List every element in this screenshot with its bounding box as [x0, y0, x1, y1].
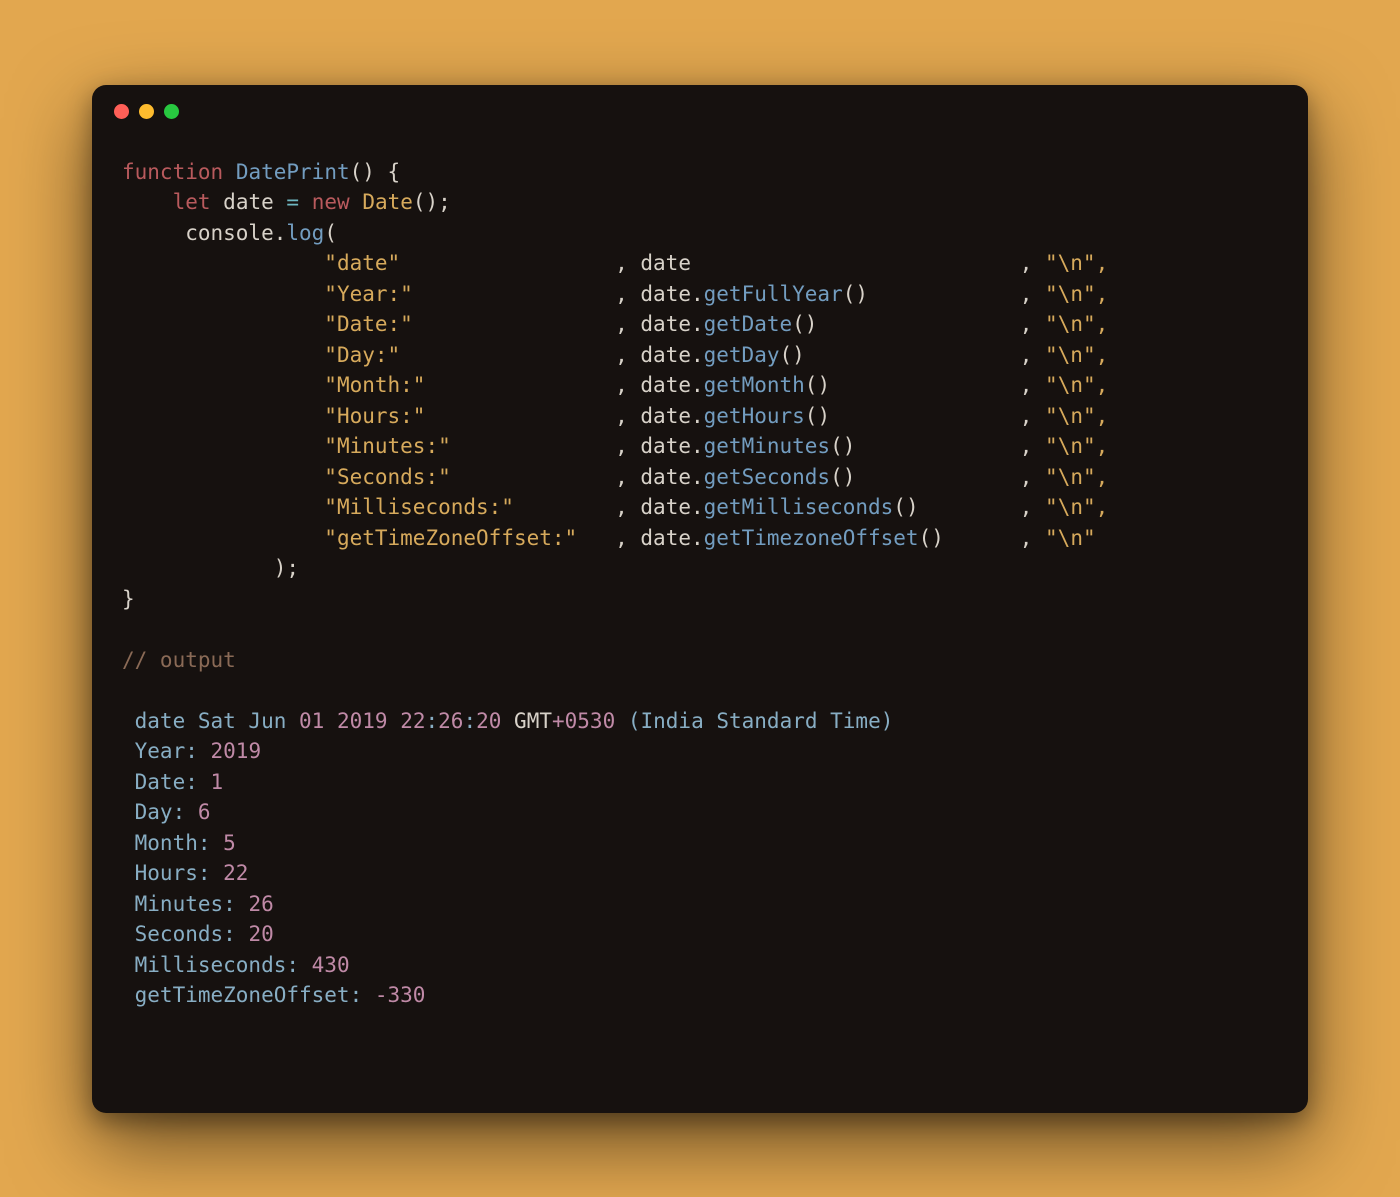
object-console: console: [185, 221, 274, 245]
code-window: function DatePrint() { let date = new Da…: [92, 85, 1308, 1113]
method-call: getFullYear: [704, 282, 843, 306]
output-value: 430: [312, 953, 350, 977]
output-value: 22: [223, 861, 248, 885]
arg-label: "date": [324, 251, 400, 275]
close-icon[interactable]: [114, 104, 129, 119]
output-value: 26: [248, 892, 273, 916]
arg-label: "Seconds:": [324, 465, 450, 489]
arg-newline: "\n",: [1045, 282, 1108, 306]
arg-newline: "\n",: [1045, 404, 1108, 428]
arg-newline: "\n",: [1045, 434, 1108, 458]
arg-label: "Minutes:": [324, 434, 450, 458]
output-key: Month:: [122, 831, 223, 855]
arg-expr: date: [640, 251, 691, 275]
output-value: 5: [223, 831, 236, 855]
var-date: date: [223, 190, 274, 214]
output-date-line: date Sat Jun: [122, 709, 299, 733]
arg-expr: date: [640, 434, 691, 458]
arg-newline: "\n",: [1045, 312, 1108, 336]
arg-newline: "\n",: [1045, 465, 1108, 489]
output-value: 6: [198, 800, 211, 824]
arg-newline: "\n",: [1045, 251, 1108, 275]
arg-label: "getTimeZoneOffset:": [324, 526, 577, 550]
output-value: -330: [375, 983, 426, 1007]
method-log: log: [286, 221, 324, 245]
arg-label: "Date:": [324, 312, 413, 336]
code-content: function DatePrint() { let date = new Da…: [92, 139, 1308, 1039]
output-value: 1: [211, 770, 224, 794]
minimize-icon[interactable]: [139, 104, 154, 119]
method-call: getDate: [704, 312, 793, 336]
method-call: getTimezoneOffset: [704, 526, 919, 550]
keyword-function: function: [122, 160, 223, 184]
keyword-let: let: [173, 190, 211, 214]
output-key: Seconds:: [122, 922, 248, 946]
comment-output: // output: [122, 648, 236, 672]
output-key: Day:: [122, 800, 198, 824]
arg-newline: "\n",: [1045, 373, 1108, 397]
output-key: Date:: [122, 770, 211, 794]
output-value: 2019: [211, 739, 262, 763]
arg-newline: "\n": [1045, 526, 1096, 550]
method-call: getMonth: [704, 373, 805, 397]
keyword-new: new: [312, 190, 350, 214]
arg-expr: date: [640, 465, 691, 489]
arg-expr: date: [640, 526, 691, 550]
arg-label: "Day:": [324, 343, 400, 367]
arg-label: "Milliseconds:": [324, 495, 514, 519]
output-key: Minutes:: [122, 892, 248, 916]
arg-expr: date: [640, 312, 691, 336]
arg-expr: date: [640, 282, 691, 306]
method-call: getMilliseconds: [704, 495, 894, 519]
output-key: Milliseconds:: [122, 953, 312, 977]
output-key: getTimeZoneOffset:: [122, 983, 375, 1007]
arg-label: "Hours:": [324, 404, 425, 428]
arg-newline: "\n",: [1045, 495, 1108, 519]
output-key: Hours:: [122, 861, 223, 885]
operator-equals: =: [286, 190, 299, 214]
arg-newline: "\n",: [1045, 343, 1108, 367]
method-call: getDay: [704, 343, 780, 367]
arg-label: "Year:": [324, 282, 413, 306]
method-call: getHours: [704, 404, 805, 428]
arg-expr: date: [640, 343, 691, 367]
class-date: Date: [362, 190, 413, 214]
output-value: 20: [248, 922, 273, 946]
arg-label: "Month:": [324, 373, 425, 397]
arg-expr: date: [640, 404, 691, 428]
window-titlebar: [92, 85, 1308, 139]
output-key: Year:: [122, 739, 211, 763]
arg-expr: date: [640, 373, 691, 397]
function-name: DatePrint: [236, 160, 350, 184]
zoom-icon[interactable]: [164, 104, 179, 119]
method-call: getSeconds: [704, 465, 830, 489]
arg-expr: date: [640, 495, 691, 519]
method-call: getMinutes: [704, 434, 830, 458]
